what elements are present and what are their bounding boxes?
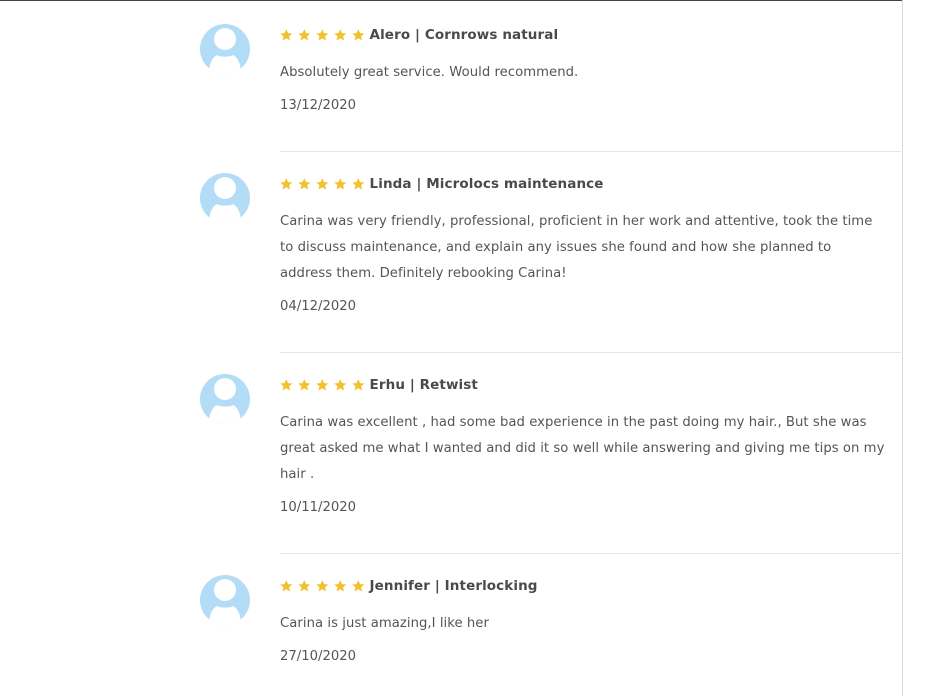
star-rating xyxy=(280,580,365,592)
reviewer-avatar xyxy=(200,575,250,625)
star-icon xyxy=(352,29,365,41)
user-silhouette-icon xyxy=(200,374,250,424)
reviewer-avatar xyxy=(200,173,250,223)
review-date: 04/12/2020 xyxy=(280,299,357,314)
reviewer-avatar xyxy=(200,374,250,424)
star-icon xyxy=(334,580,347,592)
star-icon xyxy=(316,29,329,41)
review-divider xyxy=(280,352,901,353)
star-icon xyxy=(298,29,311,41)
star-icon xyxy=(298,379,311,391)
star-icon xyxy=(352,580,365,592)
star-icon xyxy=(334,379,347,391)
user-silhouette-icon xyxy=(200,173,250,223)
star-icon xyxy=(316,580,329,592)
review-header: Linda | Microlocs maintenance xyxy=(280,173,885,195)
star-icon xyxy=(298,178,311,190)
star-icon xyxy=(280,379,293,391)
top-border-line xyxy=(0,0,902,1)
star-rating xyxy=(280,178,365,190)
review-content: Alero | Cornrows natural Absolutely grea… xyxy=(280,24,885,116)
user-silhouette-icon xyxy=(200,24,250,74)
review-text: Absolutely great service. Would recommen… xyxy=(280,65,579,80)
reviewer-name: Erhu | Retwist xyxy=(369,377,478,393)
review-date: 10/11/2020 xyxy=(280,500,357,515)
star-icon xyxy=(316,379,329,391)
star-icon xyxy=(280,580,293,592)
review-text: Carina was very friendly, professional, … xyxy=(280,214,873,281)
star-icon xyxy=(352,379,365,391)
review-content: Erhu | Retwist Carina was excellent , ha… xyxy=(280,374,885,518)
star-icon xyxy=(352,178,365,190)
review-divider xyxy=(280,151,901,152)
review-header: Alero | Cornrows natural xyxy=(280,24,885,46)
review-divider xyxy=(280,553,901,554)
review-content: Jennifer | Interlocking Carina is just a… xyxy=(280,575,885,667)
review-header: Jennifer | Interlocking xyxy=(280,575,885,597)
star-icon xyxy=(298,580,311,592)
star-icon xyxy=(280,29,293,41)
review-text: Carina is just amazing,I like her xyxy=(280,616,489,631)
review-content: Linda | Microlocs maintenance Carina was… xyxy=(280,173,885,317)
star-icon xyxy=(334,178,347,190)
user-silhouette-icon xyxy=(200,575,250,625)
reviewer-name: Alero | Cornrows natural xyxy=(369,27,559,43)
reviewer-name: Jennifer | Interlocking xyxy=(369,578,538,594)
review-date: 27/10/2020 xyxy=(280,649,357,664)
reviewer-avatar xyxy=(200,24,250,74)
star-icon xyxy=(316,178,329,190)
right-border-line xyxy=(902,0,903,696)
review-text: Carina was excellent , had some bad expe… xyxy=(280,415,885,482)
reviewer-name: Linda | Microlocs maintenance xyxy=(369,176,604,192)
star-icon xyxy=(334,29,347,41)
star-icon xyxy=(280,178,293,190)
star-rating xyxy=(280,29,365,41)
review-date: 13/12/2020 xyxy=(280,98,357,113)
star-rating xyxy=(280,379,365,391)
review-header: Erhu | Retwist xyxy=(280,374,885,396)
